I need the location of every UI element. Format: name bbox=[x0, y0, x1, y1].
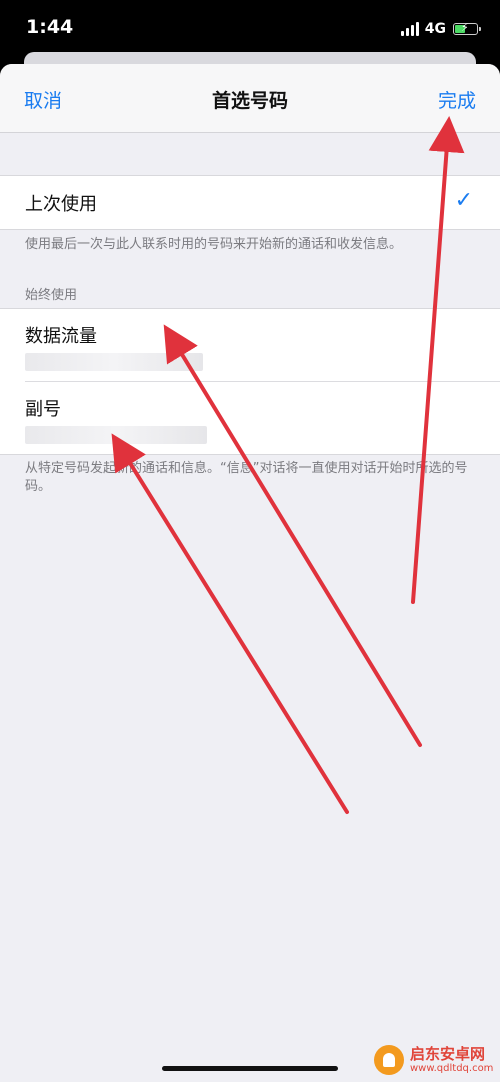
last-used-row[interactable]: 上次使用 bbox=[25, 190, 97, 216]
line-label: 数据流量 bbox=[25, 326, 97, 347]
preferred-number-sheet: 取消 首选号码 完成 上次使用 ✓ 使用最后一次与此人联系时用的号码来开始新的通… bbox=[0, 64, 500, 1082]
network-type: 4G bbox=[424, 21, 446, 37]
site-watermark: 启东安卓网 www.qdltdq.com bbox=[374, 1044, 493, 1076]
last-used-footer: 使用最后一次与此人联系时用的号码来开始新的通话和收发信息。 bbox=[25, 237, 403, 252]
done-button[interactable]: 完成 bbox=[438, 86, 476, 113]
always-use-header: 始终使用 bbox=[25, 288, 78, 303]
checkmark-icon: ✓ bbox=[454, 188, 473, 213]
nav-bar: 取消 首选号码 完成 bbox=[0, 64, 500, 133]
watermark-logo-icon bbox=[374, 1045, 404, 1075]
blurred-phone-number bbox=[25, 353, 203, 371]
status-indicators: 4G ⚡ bbox=[400, 20, 481, 38]
last-used-group: 上次使用 ✓ bbox=[0, 175, 500, 230]
status-time: 1:44 bbox=[26, 16, 74, 38]
always-use-group: 数据流量 副号 bbox=[0, 308, 500, 455]
watermark-name: 启东安卓网 bbox=[410, 1044, 486, 1063]
list-item-data[interactable]: 数据流量 bbox=[0, 309, 500, 381]
list-item-secondary[interactable]: 副号 bbox=[0, 382, 500, 454]
home-indicator[interactable] bbox=[162, 1066, 338, 1071]
line-label: 副号 bbox=[25, 399, 61, 420]
battery-charging-icon: ⚡ bbox=[453, 21, 481, 35]
status-bar: 1:44 4G ⚡ bbox=[0, 0, 500, 56]
always-use-footer: 从特定号码发起新的通话和信息。“信息”对话将一直使用对话开始时所选的号码。 bbox=[25, 461, 468, 494]
blurred-phone-number bbox=[25, 426, 207, 444]
cellular-signal-icon bbox=[400, 22, 419, 36]
page-title: 首选号码 bbox=[211, 90, 288, 112]
watermark-url: www.qdltdq.com bbox=[410, 1062, 494, 1074]
